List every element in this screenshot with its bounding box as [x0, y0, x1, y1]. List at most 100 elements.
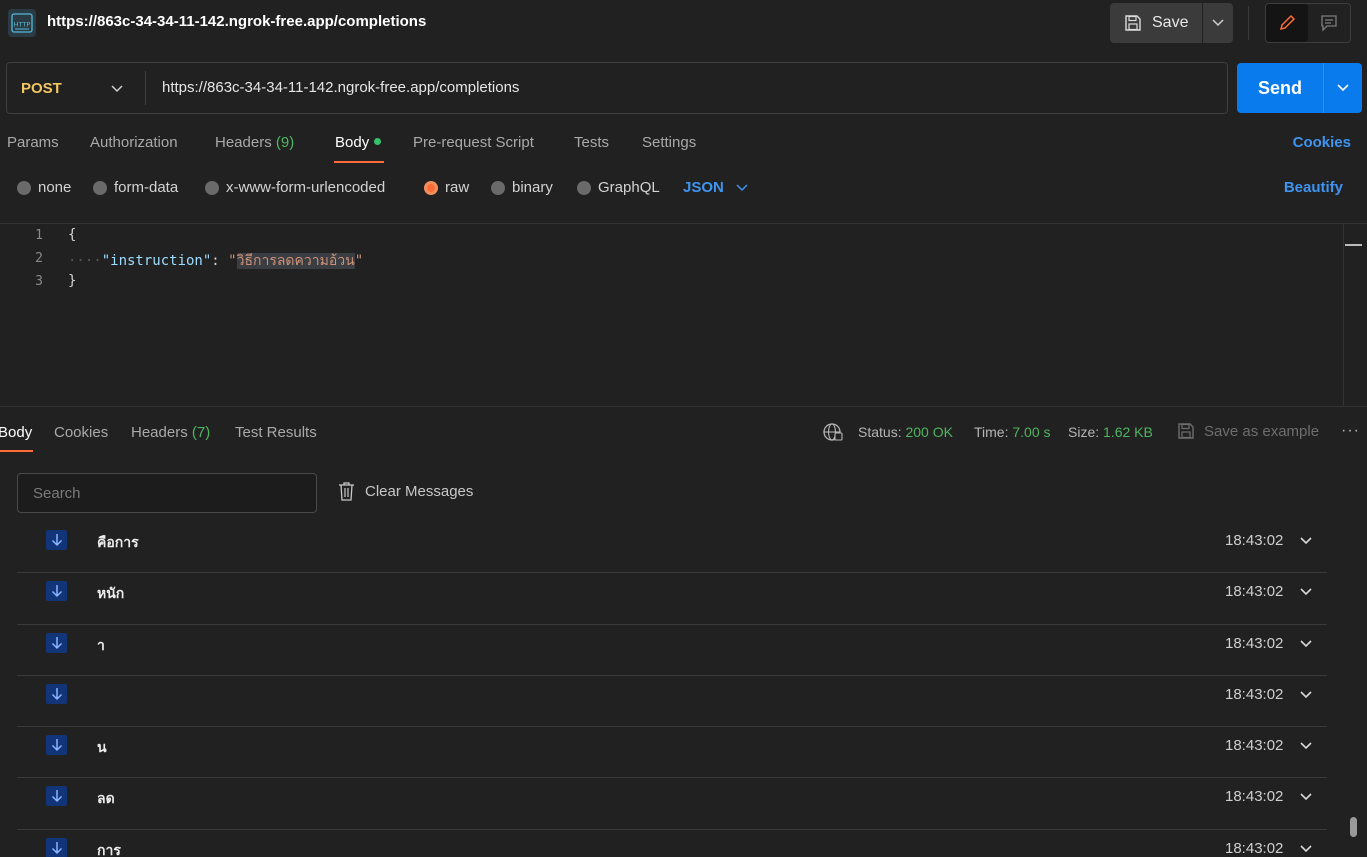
- message-text: คือการ: [97, 534, 139, 550]
- cookies-link[interactable]: Cookies: [1293, 134, 1351, 151]
- message-text: ลด: [97, 790, 115, 807]
- radio-urlencoded[interactable]: x-www-form-urlencoded: [205, 179, 385, 196]
- chevron-down-icon[interactable]: [1300, 737, 1312, 754]
- save-as-example-button[interactable]: Save as example: [1177, 422, 1319, 440]
- method-select[interactable]: POST: [21, 80, 62, 97]
- body-editor[interactable]: 1 2 3 { ····"instruction": "วิธีการลดควา…: [0, 223, 1367, 407]
- chevron-down-icon[interactable]: [1300, 686, 1312, 703]
- radio-dot: [205, 180, 219, 195]
- arrow-down-icon: [46, 786, 67, 807]
- radio-graphql-label: GraphQL: [598, 179, 660, 196]
- radio-dot: [17, 180, 31, 195]
- message-text: น: [97, 739, 107, 756]
- message-row[interactable]: า 18:43:02: [17, 625, 1327, 676]
- code-line-2: ····"instruction": "วิธีการลดความอ้วน": [68, 250, 363, 272]
- response-headers-count: (7): [191, 424, 211, 441]
- search-input[interactable]: [17, 473, 317, 513]
- message-row[interactable]: คือการ 18:43:02: [17, 522, 1327, 574]
- pane-resize-handle[interactable]: [0, 406, 1367, 412]
- chevron-down-icon[interactable]: [1300, 840, 1312, 857]
- radio-form-data[interactable]: form-data: [93, 179, 178, 196]
- tab-tests[interactable]: Tests: [574, 134, 609, 151]
- chevron-down-icon: [736, 183, 748, 191]
- status-label: Status:: [858, 424, 902, 440]
- message-time: 18:43:02: [1225, 634, 1284, 652]
- message-row[interactable]: 18:43:02: [17, 676, 1327, 728]
- time-label: Time:: [974, 424, 1009, 440]
- save-button[interactable]: Save: [1110, 3, 1202, 43]
- format-select[interactable]: JSON: [683, 179, 748, 196]
- arrow-down-icon: [46, 735, 67, 756]
- request-tabs: Params Authorization Headers (9) Body Pr…: [0, 128, 1367, 164]
- title-bar: HTTP https://863c-34-34-11-142.ngrok-fre…: [0, 0, 1367, 47]
- send-button[interactable]: Send: [1237, 63, 1323, 113]
- editor-scrollbar[interactable]: [1343, 224, 1362, 407]
- save-icon: [1178, 423, 1194, 439]
- scroll-position-marker: [1345, 244, 1362, 246]
- active-tab-indicator: [0, 450, 33, 452]
- message-row[interactable]: การ 18:43:02: [17, 830, 1327, 857]
- status-readout: Status: 200 OK: [858, 424, 953, 440]
- arrow-down-icon: [46, 530, 67, 550]
- edit-mode-button[interactable]: [1266, 4, 1308, 42]
- response-tab-test-results[interactable]: Test Results: [235, 424, 317, 441]
- svg-text:HTTP: HTTP: [14, 21, 31, 29]
- message-row[interactable]: หนัก 18:43:02: [17, 573, 1327, 625]
- status-value[interactable]: 200 OK: [905, 424, 952, 440]
- chevron-down-icon[interactable]: [111, 80, 123, 97]
- response-tab-cookies[interactable]: Cookies: [54, 424, 108, 441]
- indent-guide: ····: [68, 253, 102, 269]
- message-row[interactable]: ลด 18:43:02: [17, 778, 1327, 830]
- url-input[interactable]: https://863c-34-34-11-142.ngrok-free.app…: [162, 79, 519, 96]
- tab-headers[interactable]: Headers (9): [215, 134, 294, 151]
- send-options-button[interactable]: [1323, 63, 1362, 113]
- message-row[interactable]: น 18:43:02: [17, 727, 1327, 779]
- arrow-down-icon: [46, 581, 67, 602]
- clear-messages-button[interactable]: Clear Messages: [338, 481, 473, 501]
- message-list: คือการ 18:43:02 หนัก 18:43:02 า 18:43:02…: [17, 522, 1327, 857]
- tab-authorization[interactable]: Authorization: [90, 134, 178, 151]
- message-time: 18:43:02: [1225, 532, 1284, 549]
- radio-dot: [491, 180, 505, 195]
- radio-binary[interactable]: binary: [491, 179, 553, 196]
- size-value[interactable]: 1.62 KB: [1103, 424, 1153, 440]
- radio-raw-label: raw: [445, 179, 470, 196]
- active-tab-indicator: [334, 161, 384, 163]
- arrow-down-icon: [46, 683, 67, 704]
- radio-dot: [93, 180, 107, 195]
- line-number: 3: [35, 274, 43, 289]
- tab-settings[interactable]: Settings: [642, 134, 696, 151]
- messages-scrollbar-thumb[interactable]: [1350, 817, 1357, 837]
- tab-body[interactable]: Body: [335, 134, 382, 151]
- request-title[interactable]: https://863c-34-34-11-142.ngrok-free.app…: [47, 13, 426, 30]
- request-bar: POST https://863c-34-34-11-142.ngrok-fre…: [6, 62, 1228, 114]
- network-globe-icon[interactable]: [822, 422, 844, 445]
- radio-raw[interactable]: raw: [424, 179, 469, 196]
- beautify-button[interactable]: Beautify: [1284, 179, 1343, 196]
- radio-none[interactable]: none: [17, 179, 71, 196]
- arrow-down-icon: [46, 837, 67, 857]
- headers-count: (9): [275, 134, 295, 151]
- save-options-button[interactable]: [1203, 3, 1233, 43]
- chevron-down-icon[interactable]: [1300, 583, 1312, 600]
- chevron-down-icon[interactable]: [1300, 788, 1312, 805]
- tab-prerequest-script[interactable]: Pre-request Script: [413, 134, 534, 151]
- tab-body-label: Body: [335, 134, 370, 151]
- tab-params[interactable]: Params: [7, 134, 59, 151]
- response-tab-body[interactable]: Body: [0, 424, 32, 441]
- time-readout: Time: 7.00 s: [974, 424, 1051, 440]
- response-tab-headers[interactable]: Headers (7): [131, 424, 210, 441]
- http-icon: HTTP: [8, 9, 36, 37]
- radio-urlencoded-label: x-www-form-urlencoded: [226, 179, 386, 196]
- time-value[interactable]: 7.00 s: [1012, 424, 1050, 440]
- chevron-down-icon[interactable]: [1300, 635, 1312, 652]
- message-text: หนัก: [97, 585, 125, 602]
- radio-graphql[interactable]: GraphQL: [577, 179, 660, 196]
- comments-mode-button[interactable]: [1308, 4, 1350, 42]
- radio-none-label: none: [38, 179, 72, 196]
- more-options-icon[interactable]: ···: [1341, 422, 1360, 440]
- divider: [1248, 6, 1249, 40]
- json-value: วิธีการลดความอ้วน: [236, 253, 355, 269]
- radio-dot-selected: [424, 180, 438, 195]
- chevron-down-icon[interactable]: [1300, 532, 1312, 549]
